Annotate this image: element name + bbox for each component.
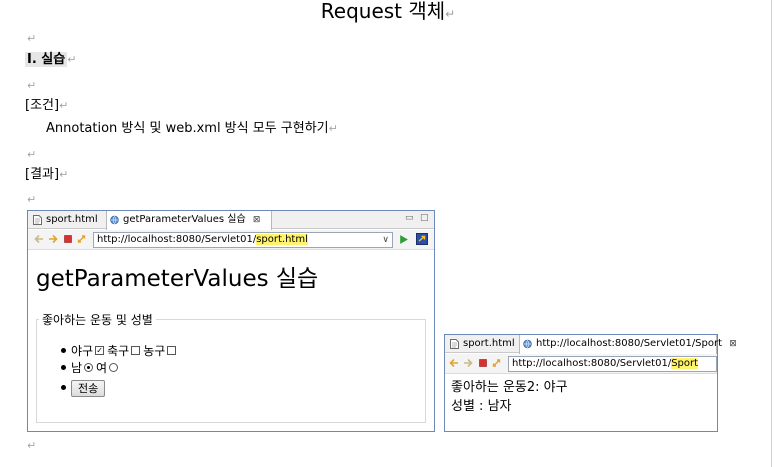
tab-label: sport.html: [463, 338, 515, 349]
paragraph-mark: ↵: [328, 122, 338, 135]
page-content-form: getParameterValues 실습 좋아하는 운동 및 성별 야구 ✓ 축구…: [28, 251, 434, 431]
file-icon: [33, 215, 42, 225]
gender-label-male: 남: [71, 361, 83, 375]
result-gender-text: 성별 : 남자: [451, 399, 512, 414]
refresh-icon[interactable]: [77, 234, 87, 244]
gender-list-item: 남여: [61, 361, 121, 376]
paragraph-mark: ↵: [59, 99, 69, 112]
globe-icon: [110, 215, 119, 225]
url-dropdown-icon[interactable]: ∨: [382, 233, 389, 247]
radio-male[interactable]: [84, 363, 94, 372]
section-heading: I. 실습 ↵: [25, 52, 76, 68]
list-bullet: [61, 365, 66, 370]
page-content-result: 좋아하는 운동2: 야구 성별 : 남자: [445, 375, 717, 431]
tab-label: getParameterValues 실습: [123, 214, 246, 225]
list-bullet: [61, 348, 66, 353]
url-prefix: http://localhost:8080/Servlet01/: [512, 358, 672, 369]
radio-female[interactable]: [109, 363, 119, 372]
paragraph-mark: ↵: [27, 193, 37, 206]
tab-sport-html[interactable]: sport.html: [30, 211, 104, 229]
back-arrow-icon[interactable]: [449, 358, 459, 368]
condition-text: Annotation 방식 및 web.xml 방식 모두 구현하기↵: [46, 121, 338, 137]
condition-text-body: Annotation 방식 및 web.xml 방식 모두 구현하기: [46, 121, 329, 136]
paragraph-mark: ↵: [67, 53, 77, 66]
url-highlight: sport.html: [256, 234, 308, 245]
tab-sport-html[interactable]: sport.html: [447, 335, 519, 353]
paragraph-mark: ↵: [27, 439, 37, 452]
sport-label-soccer: 축구: [107, 344, 130, 358]
tab-label: sport.html: [46, 214, 98, 225]
condition-label-text: [조건]: [25, 98, 60, 113]
refresh-icon[interactable]: [492, 358, 502, 368]
paragraph-mark: ↵: [27, 148, 37, 161]
url-input[interactable]: http://localhost:8080/Servlet01/sport.ht…: [93, 232, 393, 248]
paragraph-mark: ↵: [59, 168, 69, 181]
submit-button[interactable]: 전송: [71, 380, 106, 397]
url-highlight: Sport: [671, 358, 699, 369]
minimize-icon[interactable]: ▭: [405, 213, 414, 223]
go-icon[interactable]: [398, 234, 409, 245]
tab-bar: sport.html http://localhost:8080/Servlet…: [445, 335, 737, 354]
sports-list-item: 야구 ✓ 축구 농구: [61, 344, 179, 359]
file-icon: [450, 339, 459, 349]
sport-label-baseball: 야구: [71, 344, 94, 358]
list-bullet: [61, 385, 66, 390]
globe-icon: [523, 339, 532, 349]
browser-window-form: sport.html getParameterValues 실습 ⊠ ▭ □ h…: [27, 210, 435, 432]
paragraph-mark: ↵: [445, 7, 456, 21]
paragraph-mark: ↵: [27, 79, 37, 92]
browser-window-result: sport.html http://localhost:8080/Servlet…: [444, 334, 737, 432]
tab-label: http://localhost:8080/Servlet01/Sport: [536, 338, 723, 349]
navigation-bar: http://localhost:8080/Servlet01/Sport: [445, 354, 717, 374]
condition-label: [조건]↵: [25, 98, 68, 114]
result-label-text: [결과]: [25, 167, 60, 182]
checkbox-soccer[interactable]: [131, 346, 141, 355]
external-browser-icon[interactable]: [416, 233, 428, 245]
checkbox-baseball[interactable]: ✓: [95, 346, 105, 355]
document-title-text: Request 객체: [320, 0, 446, 23]
close-tab-icon[interactable]: ⊠: [729, 339, 737, 349]
back-arrow-icon[interactable]: [34, 234, 44, 244]
tab-bar: sport.html getParameterValues 실습 ⊠ ▭ □: [28, 211, 434, 230]
result-label: [결과]↵: [25, 167, 68, 183]
navigation-bar: http://localhost:8080/Servlet01/sport.ht…: [28, 230, 434, 250]
paragraph-mark: ↵: [27, 32, 37, 45]
close-tab-icon[interactable]: ⊠: [253, 215, 261, 225]
stop-icon[interactable]: [478, 358, 488, 368]
tab-sport-servlet[interactable]: http://localhost:8080/Servlet01/Sport ⊠: [519, 335, 737, 354]
url-input[interactable]: http://localhost:8080/Servlet01/Sport: [508, 356, 717, 372]
stop-icon[interactable]: [63, 234, 73, 244]
tab-getparametervalues[interactable]: getParameterValues 실습 ⊠: [106, 211, 272, 230]
checkbox-basketball[interactable]: [167, 346, 177, 355]
section-heading-text: I. 실습: [25, 52, 68, 67]
submit-list-item: 전송: [61, 380, 106, 397]
gender-label-female: 여: [96, 361, 108, 375]
url-prefix: http://localhost:8080/Servlet01/: [97, 234, 257, 245]
maximize-icon[interactable]: □: [420, 213, 429, 223]
result-sport-text: 좋아하는 운동2: 야구: [451, 380, 568, 395]
forward-arrow-icon[interactable]: [48, 234, 58, 244]
sport-label-basketball: 농구: [143, 344, 166, 358]
page-heading: getParameterValues 실습: [36, 266, 319, 292]
page-edge-rule: [771, 0, 772, 467]
forward-arrow-icon[interactable]: [463, 358, 473, 368]
document-title: Request 객체↵: [0, 0, 776, 25]
fieldset-legend: 좋아하는 운동 및 성별: [42, 313, 153, 327]
